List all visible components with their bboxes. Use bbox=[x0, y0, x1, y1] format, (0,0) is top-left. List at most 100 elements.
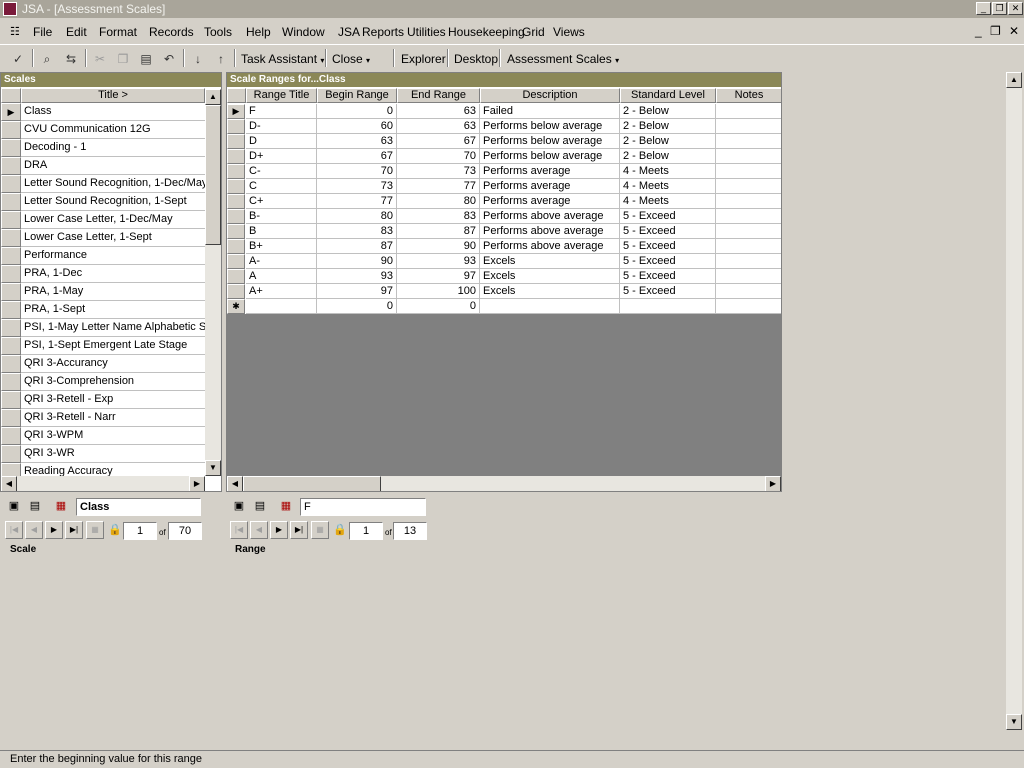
delete-record-icon[interactable]: ▦ bbox=[277, 497, 295, 515]
scroll-left-icon[interactable]: ◀ bbox=[1, 476, 17, 491]
cell-standard-level[interactable]: 2 - Below bbox=[620, 149, 716, 164]
replace-icon[interactable]: ⇆ bbox=[62, 50, 80, 68]
scales-row-selector[interactable] bbox=[1, 373, 21, 391]
cell-range-title[interactable]: A- bbox=[246, 254, 317, 269]
cell-standard-level[interactable]: 4 - Meets bbox=[620, 194, 716, 209]
col-description[interactable]: Description bbox=[480, 88, 620, 103]
scales-horizontal-scrollbar[interactable]: ◀ ▶ bbox=[1, 476, 205, 491]
scales-list-item[interactable]: Performance bbox=[21, 247, 205, 265]
cell-end-range[interactable]: 70 bbox=[397, 149, 480, 164]
cell-notes[interactable] bbox=[716, 194, 781, 209]
minimize-button[interactable]: _ bbox=[976, 2, 991, 15]
cell-standard-level[interactable]: 4 - Meets bbox=[620, 164, 716, 179]
scales-row-selector[interactable] bbox=[1, 121, 21, 139]
col-end-range[interactable]: End Range bbox=[397, 88, 480, 103]
ranges-row-selector[interactable] bbox=[227, 134, 245, 149]
scales-row-selector[interactable] bbox=[1, 193, 21, 211]
scales-list-item[interactable]: DRA bbox=[21, 157, 205, 175]
scales-list-item[interactable]: Lower Case Letter, 1-Dec/May bbox=[21, 211, 205, 229]
scales-row-selector[interactable] bbox=[1, 409, 21, 427]
menu-housekeeping[interactable]: Housekeeping bbox=[448, 25, 525, 39]
cell-standard-level[interactable]: 5 - Exceed bbox=[620, 209, 716, 224]
cell-notes[interactable] bbox=[716, 164, 781, 179]
scales-list-item[interactable]: PRA, 1-May bbox=[21, 283, 205, 301]
new-record-icon[interactable]: ▣ bbox=[5, 497, 23, 515]
scales-list-item[interactable]: QRI 3-Retell - Narr bbox=[21, 409, 205, 427]
scales-row-selector[interactable] bbox=[1, 265, 21, 283]
scroll-thumb[interactable] bbox=[243, 476, 381, 491]
cut-icon[interactable]: ✂ bbox=[91, 50, 109, 68]
cell-range-title[interactable]: C- bbox=[246, 164, 317, 179]
cell-range-title[interactable]: D+ bbox=[246, 149, 317, 164]
cell-begin-range[interactable]: 60 bbox=[317, 119, 397, 134]
scales-list-item[interactable]: QRI 3-WR bbox=[21, 445, 205, 463]
scales-row-selector[interactable] bbox=[1, 391, 21, 409]
cell-range-title[interactable]: F bbox=[246, 104, 317, 119]
delete-record-icon[interactable]: ▦ bbox=[52, 497, 70, 515]
spellcheck-icon[interactable]: ✓ bbox=[9, 50, 27, 68]
cell-notes[interactable] bbox=[716, 299, 781, 314]
cell-range-title[interactable]: A bbox=[246, 269, 317, 284]
scales-list-item[interactable]: PSI, 1-May Letter Name Alphabetic St bbox=[21, 319, 205, 337]
ranges-row-selector[interactable] bbox=[227, 284, 245, 299]
cell-begin-range[interactable]: 97 bbox=[317, 284, 397, 299]
cell-end-range[interactable]: 90 bbox=[397, 239, 480, 254]
previous-record-icon[interactable]: ◀ bbox=[250, 521, 268, 539]
cell-end-range[interactable]: 73 bbox=[397, 164, 480, 179]
cell-description[interactable]: Performs average bbox=[480, 179, 620, 194]
mdi-restore-icon[interactable]: ❐ bbox=[990, 24, 1001, 38]
cell-description[interactable]: Performs average bbox=[480, 194, 620, 209]
ranges-row-selector[interactable] bbox=[227, 149, 245, 164]
cell-range-title[interactable]: B bbox=[246, 224, 317, 239]
cell-end-range[interactable]: 100 bbox=[397, 284, 480, 299]
menu-records[interactable]: Records bbox=[149, 25, 194, 39]
scales-list-item[interactable]: PRA, 1-Dec bbox=[21, 265, 205, 283]
new-record-icon[interactable]: ▣ bbox=[230, 497, 248, 515]
cell-begin-range[interactable]: 77 bbox=[317, 194, 397, 209]
paste-icon[interactable]: ▤ bbox=[137, 50, 155, 68]
scales-row-selector[interactable] bbox=[1, 445, 21, 463]
grid-view-icon[interactable]: ▦ bbox=[86, 521, 104, 539]
scales-vertical-scrollbar[interactable]: ▲ ▼ bbox=[205, 89, 221, 476]
ranges-row-selector[interactable] bbox=[227, 254, 245, 269]
scales-row-selector[interactable] bbox=[1, 211, 21, 229]
scales-list-item[interactable]: Letter Sound Recognition, 1-Sept bbox=[21, 193, 205, 211]
undo-icon[interactable]: ↶ bbox=[160, 50, 178, 68]
ranges-row-selector[interactable] bbox=[227, 269, 245, 284]
cell-begin-range[interactable]: 87 bbox=[317, 239, 397, 254]
scales-title-column-header[interactable]: Title > bbox=[21, 88, 205, 103]
col-notes[interactable]: Notes bbox=[716, 88, 781, 103]
scroll-right-icon[interactable]: ▶ bbox=[189, 476, 205, 491]
scales-row-selector[interactable]: ▶ bbox=[1, 103, 21, 121]
scales-list-item[interactable]: Lower Case Letter, 1-Sept bbox=[21, 229, 205, 247]
cell-standard-level[interactable]: 2 - Below bbox=[620, 119, 716, 134]
app-icon[interactable] bbox=[3, 2, 17, 16]
find-icon[interactable]: ⌕ bbox=[38, 50, 56, 68]
scales-row-selector[interactable] bbox=[1, 355, 21, 373]
mdi-minimize-icon[interactable]: _ bbox=[975, 24, 982, 38]
ranges-row-selector[interactable] bbox=[227, 194, 245, 209]
cell-begin-range[interactable]: 70 bbox=[317, 164, 397, 179]
scales-row-selector[interactable] bbox=[1, 427, 21, 445]
menu-window[interactable]: Window bbox=[282, 25, 325, 39]
cell-range-title[interactable]: D- bbox=[246, 119, 317, 134]
cell-standard-level[interactable]: 5 - Exceed bbox=[620, 239, 716, 254]
scroll-right-icon[interactable]: ▶ bbox=[765, 476, 781, 491]
cell-description[interactable]: Excels bbox=[480, 284, 620, 299]
last-record-icon[interactable]: ▶| bbox=[290, 521, 308, 539]
cell-standard-level[interactable] bbox=[620, 299, 716, 314]
menu-utilities[interactable]: Utilities bbox=[407, 25, 446, 39]
cell-notes[interactable] bbox=[716, 119, 781, 134]
cell-description[interactable]: Performs below average bbox=[480, 134, 620, 149]
col-standard-level[interactable]: Standard Level bbox=[620, 88, 716, 103]
cell-end-range[interactable]: 63 bbox=[397, 119, 480, 134]
cell-begin-range[interactable]: 0 bbox=[317, 104, 397, 119]
ranges-row-selector[interactable]: ▶ bbox=[227, 104, 245, 119]
scroll-left-icon[interactable]: ◀ bbox=[227, 476, 243, 491]
cell-range-title[interactable]: D bbox=[246, 134, 317, 149]
scale-current-field[interactable]: Class bbox=[76, 498, 201, 516]
menu-jsa[interactable]: JSA bbox=[338, 25, 360, 39]
lock-icon[interactable]: 🔒 bbox=[331, 521, 349, 539]
scales-row-selector[interactable] bbox=[1, 175, 21, 193]
cell-description[interactable]: Performs below average bbox=[480, 119, 620, 134]
